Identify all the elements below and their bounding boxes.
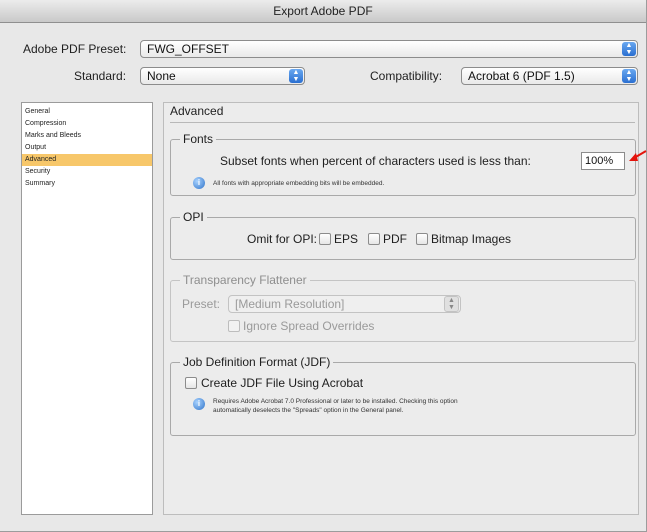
standard-label: Standard: — [74, 69, 127, 83]
sidebar-item-general[interactable]: General — [22, 106, 152, 118]
category-list: General Compression Marks and Bleeds Out… — [21, 102, 153, 515]
jdf-info-line1: Requires Adobe Acrobat 7.0 Professional … — [213, 398, 458, 405]
bitmap-images-checkbox[interactable] — [416, 233, 428, 245]
info-icon: i — [193, 177, 205, 189]
preset-popup[interactable]: FWG_OFFSET ▲ ▼ — [140, 40, 638, 58]
window-title: Export Adobe PDF — [0, 0, 646, 23]
panel-title: Advanced — [170, 104, 224, 118]
sidebar-item-advanced[interactable]: Advanced — [22, 154, 152, 166]
create-jdf-label: Create JDF File Using Acrobat — [201, 376, 364, 390]
red-arrow-icon — [629, 150, 647, 161]
panel-divider — [170, 122, 635, 123]
sidebar-item-output[interactable]: Output — [22, 142, 152, 154]
sidebar-item-marks-and-bleeds[interactable]: Marks and Bleeds — [22, 130, 152, 142]
flattener-preset-label: Preset: — [182, 297, 221, 311]
preset-label: Adobe PDF Preset: — [23, 42, 127, 56]
ignore-spread-overrides-label: Ignore Spread Overrides — [243, 319, 375, 333]
fonts-legend: Fonts — [180, 132, 217, 146]
ignore-spread-overrides-checkbox[interactable] — [228, 320, 240, 332]
export-pdf-dialog: Export Adobe PDF Adobe PDF Preset: FWG_O… — [0, 0, 647, 532]
pdf-checkbox[interactable] — [368, 233, 380, 245]
jdf-info-line2: automatically deselects the "Spreads" op… — [213, 407, 404, 414]
omit-for-opi-label: Omit for OPI: — [247, 232, 318, 246]
bitmap-images-label: Bitmap Images — [431, 232, 512, 246]
eps-label: EPS — [334, 232, 359, 246]
popup-arrows-icon: ▲ ▼ — [622, 42, 636, 56]
preset-value: FWG_OFFSET — [147, 42, 229, 56]
popup-arrows-icon: ▲ ▼ — [444, 296, 459, 312]
transparency-legend: Transparency Flattener — [180, 273, 310, 287]
subset-percent-input[interactable]: 100% — [581, 152, 625, 170]
compatibility-label: Compatibility: — [370, 69, 443, 83]
compatibility-popup[interactable]: Acrobat 6 (PDF 1.5) ▲ ▼ — [461, 67, 638, 85]
compatibility-value: Acrobat 6 (PDF 1.5) — [468, 69, 575, 83]
flattener-preset-value: [Medium Resolution] — [235, 297, 345, 311]
eps-checkbox[interactable] — [319, 233, 331, 245]
popup-arrows-icon: ▲ ▼ — [289, 69, 303, 83]
fonts-info-text: All fonts with appropriate embedding bit… — [213, 180, 385, 187]
opi-legend: OPI — [180, 210, 207, 224]
info-icon: i — [193, 398, 205, 410]
flattener-preset-popup[interactable]: [Medium Resolution] ▲ ▼ — [228, 295, 461, 313]
popup-arrows-icon: ▲ ▼ — [622, 69, 636, 83]
standard-popup[interactable]: None ▲ ▼ — [140, 67, 305, 85]
pdf-label: PDF — [383, 232, 407, 246]
subset-fonts-label: Subset fonts when percent of characters … — [220, 154, 531, 168]
sidebar-item-summary[interactable]: Summary — [22, 178, 152, 190]
sidebar-item-compression[interactable]: Compression — [22, 118, 152, 130]
sidebar-item-security[interactable]: Security — [22, 166, 152, 178]
jdf-legend: Job Definition Format (JDF) — [180, 355, 334, 369]
create-jdf-checkbox[interactable] — [185, 377, 197, 389]
standard-value: None — [147, 69, 176, 83]
